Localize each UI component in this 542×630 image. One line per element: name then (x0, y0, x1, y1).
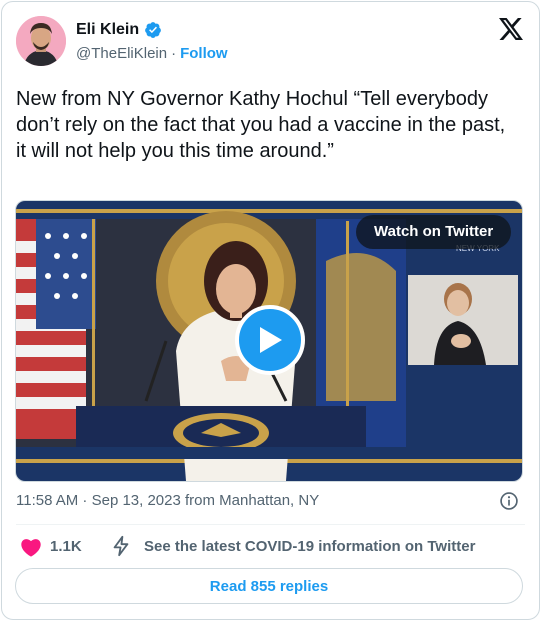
read-replies-label: Read 855 replies (209, 577, 329, 595)
lightning-bolt-icon (113, 535, 129, 557)
tweet-card: Eli Klein @TheEliKlein · Follow New from… (1, 1, 540, 620)
author-name-row: Eli Klein (76, 21, 162, 39)
read-replies-button[interactable]: Read 855 replies (15, 568, 523, 604)
heart-icon[interactable] (20, 537, 42, 557)
play-icon (260, 327, 282, 353)
avatar[interactable] (16, 16, 66, 66)
tweet-text: New from NY Governor Kathy Hochul “Tell … (16, 88, 506, 162)
tweet-timestamp[interactable]: 11:58 AM · Sep 13, 2023 from Manhattan, … (16, 492, 319, 509)
x-logo-icon[interactable] (499, 18, 523, 40)
author-handle-row: @TheEliKlein · Follow (76, 45, 228, 62)
watch-on-twitter-button[interactable]: Watch on Twitter (356, 215, 512, 249)
author-handle[interactable]: @TheEliKlein (76, 45, 167, 62)
follow-button[interactable]: Follow (180, 45, 228, 62)
like-count[interactable]: 1.1K (50, 538, 82, 555)
handle-separator: · (171, 45, 177, 62)
divider (16, 524, 525, 525)
author-display-name[interactable]: Eli Klein (76, 21, 139, 39)
video-player[interactable]: NEW YORK Watch on Twitter (15, 200, 523, 482)
covid-info-link[interactable]: See the latest COVID-19 information on T… (144, 538, 475, 555)
verified-badge-icon (145, 22, 161, 38)
play-button[interactable] (235, 305, 305, 375)
info-icon[interactable] (499, 491, 519, 511)
